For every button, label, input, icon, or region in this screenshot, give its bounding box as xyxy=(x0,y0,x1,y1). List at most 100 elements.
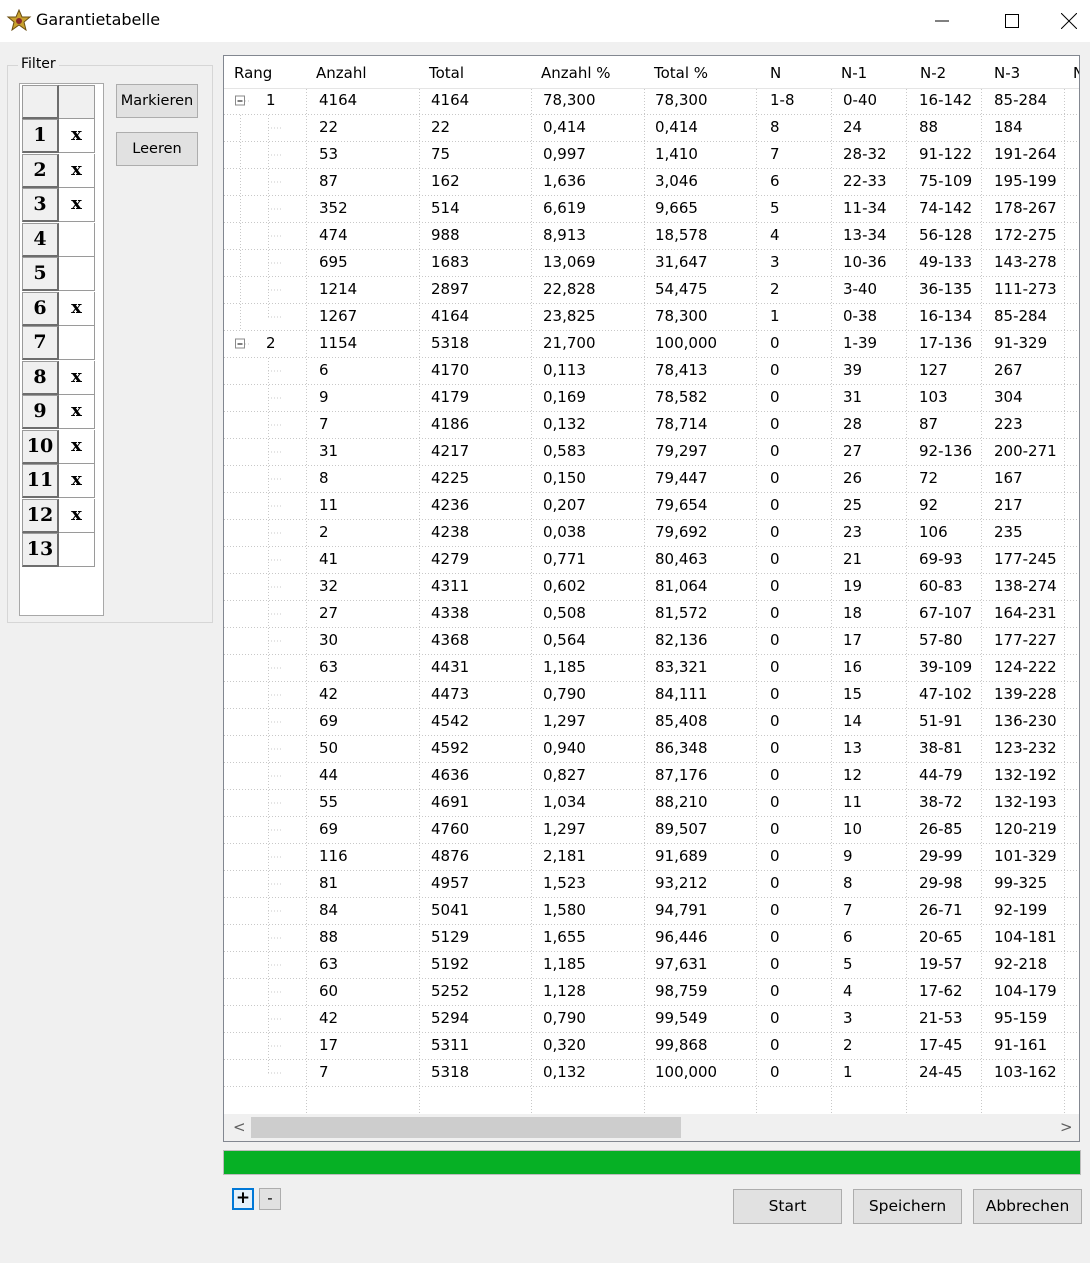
filter-row[interactable]: 6x xyxy=(22,291,95,326)
save-button[interactable]: Speichern xyxy=(853,1189,962,1224)
table-cell: 4542 xyxy=(431,712,470,730)
horizontal-scrollbar[interactable]: < > xyxy=(224,1114,1079,1141)
scroll-left-icon[interactable]: < xyxy=(233,1118,246,1136)
table-cell: 143-278 xyxy=(994,253,1057,271)
table-cell: 0 xyxy=(770,955,780,973)
table-cell: 16 xyxy=(843,658,863,676)
close-icon xyxy=(1061,12,1077,29)
filter-row-mark[interactable] xyxy=(59,533,95,567)
filter-row-mark[interactable]: x xyxy=(59,395,95,429)
table-cell: 44 xyxy=(319,766,339,784)
table-cell: 0,583 xyxy=(543,442,586,460)
table-cell: 0,827 xyxy=(543,766,586,784)
filter-row[interactable]: 7 xyxy=(22,326,95,360)
table-cell: 2 xyxy=(319,523,329,541)
column-header[interactable]: N xyxy=(770,64,781,82)
filter-row[interactable]: 1x xyxy=(22,119,95,153)
filter-row-mark[interactable]: x xyxy=(59,119,95,153)
column-header[interactable]: N-3 xyxy=(994,64,1020,82)
filter-row[interactable]: 9x xyxy=(22,395,95,429)
table-cell: 82,136 xyxy=(655,631,708,649)
filter-row-mark[interactable] xyxy=(59,222,95,257)
table-cell: 85-284 xyxy=(994,91,1048,109)
maximize-button[interactable] xyxy=(982,0,1042,42)
column-header[interactable]: N xyxy=(1073,64,1079,82)
close-button[interactable] xyxy=(1048,0,1090,42)
table-cell: 99-325 xyxy=(994,874,1048,892)
filter-row-mark[interactable]: x xyxy=(59,291,95,326)
table-cell: 4170 xyxy=(431,361,470,379)
filter-row-mark[interactable]: x xyxy=(59,360,95,395)
title-bar: Garantietabelle xyxy=(0,0,1090,42)
filter-row-mark[interactable] xyxy=(59,257,95,291)
table-cell: 124-222 xyxy=(994,658,1057,676)
table-cell: 6 xyxy=(319,361,329,379)
filter-row[interactable]: 2x xyxy=(22,153,95,188)
table-cell: 4186 xyxy=(431,415,470,433)
table-cell: 0,038 xyxy=(543,523,586,541)
column-header[interactable]: Anzahl xyxy=(316,64,367,82)
filter-row-mark[interactable]: x xyxy=(59,188,95,222)
filter-row[interactable]: 8x xyxy=(22,360,95,395)
table-cell: 8 xyxy=(319,469,329,487)
table-cell: 267 xyxy=(994,361,1023,379)
minimize-button[interactable] xyxy=(912,0,972,42)
filter-grid[interactable]: 1 x 2 x 3 x 4 5 6 x 7 8 x 9 x 10 x 11 x 12 x 13 xyxy=(19,83,104,616)
start-button[interactable]: Start xyxy=(733,1189,842,1224)
column-header[interactable]: Total % xyxy=(654,64,708,82)
table-cell: 4876 xyxy=(431,847,470,865)
filter-row[interactable]: 12 x xyxy=(22,498,95,533)
leeren-button[interactable]: Leeren xyxy=(116,132,198,166)
table-cell: 83,321 xyxy=(655,658,708,676)
table-cell: 42 xyxy=(319,1009,339,1027)
table-cell: 0 xyxy=(770,361,780,379)
column-header[interactable]: Rang xyxy=(234,64,272,82)
filter-row-mark[interactable]: x xyxy=(59,429,95,464)
filter-row-mark[interactable]: x xyxy=(59,153,95,188)
table-cell: 17 xyxy=(843,631,863,649)
filter-row-mark[interactable] xyxy=(59,326,95,360)
rang-cell: 2 xyxy=(266,334,276,352)
table-cell: 7 xyxy=(843,901,853,919)
table-cell: 0,132 xyxy=(543,1063,586,1081)
scrollbar-thumb[interactable] xyxy=(251,1117,681,1138)
table-cell: 0 xyxy=(770,766,780,784)
filter-row[interactable]: 5 xyxy=(22,257,95,291)
table-cell: 1683 xyxy=(431,253,470,271)
filter-grid-header xyxy=(22,85,95,119)
filter-row-mark[interactable]: x xyxy=(59,498,95,533)
table-cell: 0 xyxy=(770,1063,780,1081)
guarantee-tree-table[interactable]: Rang Anzahl Total Anzahl % Total % N N-1 N-2 N-3… xyxy=(223,55,1080,1142)
table-cell: 92-199 xyxy=(994,901,1048,919)
cancel-button[interactable]: Abbrechen xyxy=(973,1189,1082,1224)
table-cell: 26-71 xyxy=(919,901,963,919)
column-header[interactable]: Anzahl % xyxy=(541,64,611,82)
table-cell: 0,150 xyxy=(543,469,586,487)
markieren-button[interactable]: Markieren xyxy=(116,84,198,118)
table-cell: 21-53 xyxy=(919,1009,963,1027)
filter-row[interactable]: 13 xyxy=(22,533,95,567)
collapse-all-button[interactable]: - xyxy=(259,1188,281,1210)
table-cell: 84,111 xyxy=(655,685,708,703)
filter-row[interactable]: 11 x xyxy=(22,464,95,498)
column-header[interactable]: N-1 xyxy=(841,64,867,82)
table-cell: 0 xyxy=(770,388,780,406)
table-cell: 0 xyxy=(770,901,780,919)
expand-all-button[interactable]: + xyxy=(232,1188,254,1210)
column-header[interactable]: N-2 xyxy=(920,64,946,82)
table-cell: 2 xyxy=(770,280,780,298)
table-cell: 1214 xyxy=(319,280,358,298)
scroll-right-icon[interactable]: > xyxy=(1060,1118,1073,1136)
table-cell: 17 xyxy=(319,1036,339,1054)
table-cell: 4636 xyxy=(431,766,470,784)
table-cell: 79,297 xyxy=(655,442,708,460)
table-cell: 101-329 xyxy=(994,847,1057,865)
filter-row[interactable]: 3x xyxy=(22,188,95,222)
filter-row[interactable]: 10 x xyxy=(22,429,95,464)
filter-row[interactable]: 4 xyxy=(22,222,95,257)
table-cell: 81,064 xyxy=(655,577,708,595)
table-cell: 1,185 xyxy=(543,658,586,676)
column-header[interactable]: Total xyxy=(429,64,464,82)
filter-row-mark[interactable]: x xyxy=(59,464,95,498)
table-cell: 4473 xyxy=(431,685,470,703)
